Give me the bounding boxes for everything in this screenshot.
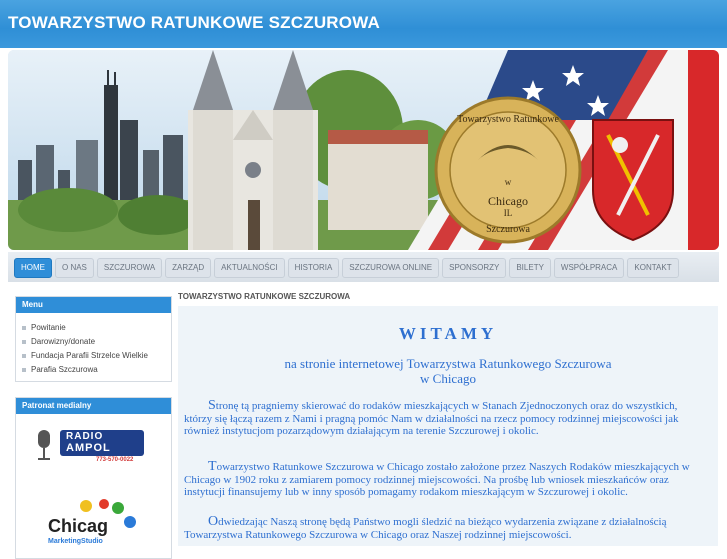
bullet-icon [22,353,26,358]
chicago-marketing-logo[interactable]: Chicag MarketingStudio [46,498,146,548]
seal-text-il: IL [504,208,513,218]
page-title: TOWARZYSTWO RATUNKOWE SZCZUROWA [178,292,351,301]
seal-text-szczurowa: Szczurowa [486,224,530,235]
bullet-icon [22,367,26,372]
nav-sponsorzy[interactable]: SPONSORZY [442,258,507,278]
paragraph-2-cap: T [208,459,217,474]
paragraph-1-cap: S [208,398,216,413]
organization-seal: Chicago IL Szczurowa Towarzystwo Ratunko… [434,96,582,244]
sidebar-menu-box: Menu Powitanie Darowizny/donate Fundacja… [15,296,172,382]
radio-logo-line2: AMPOL [66,442,111,454]
nav-zarzad[interactable]: ZARZĄD [165,258,212,278]
nav-bilety[interactable]: BILETY [509,258,551,278]
sidebar-patronat-title: Patronat medialny [16,398,171,414]
welcome-heading: WITAMY [398,324,498,343]
sidebar-item-darowizny[interactable]: Darowizny/donate [22,335,171,349]
radio-logo-phone: 773-570-0022 [96,457,134,463]
paragraph-2-text: owarzystwo Ratunkowe Szczurowa w Chicago… [184,461,690,498]
paragraph-1: Stronę tą pragniemy skierować do rodaków… [184,398,704,438]
sidebar-item-parafia[interactable]: Parafia Szczurowa [22,363,171,377]
nav-wspolpraca[interactable]: WSPÓŁPRACA [553,258,625,278]
nav-kontakt[interactable]: KONTAKT [627,258,679,278]
bullet-icon [22,339,26,344]
sidebar-patronat-box: Patronat medialny RADIO AMPOL 773-570-00… [15,397,172,559]
nav-szczurowa[interactable]: SZCZUROWA [96,258,163,278]
chicago-logo-text: Chicag [48,516,109,536]
paragraph-3-text: dwiedzając Naszą stronę będą Państwo mog… [184,516,667,541]
sidebar-item-label: Parafia Szczurowa [31,365,98,374]
header-banner: Chicago IL Szczurowa Towarzystwo Ratunko… [8,50,719,250]
sidebar-item-label: Powitanie [31,323,66,332]
bullet-icon [22,325,26,330]
coat-of-arms [592,119,674,242]
nav-aktualnosci[interactable]: AKTUALNOŚCI [214,258,285,278]
sidebar-menu-list: Powitanie Darowizny/donate Fundacja Para… [16,313,171,381]
content-panel: WITAMY na stronie internetowej Towarzyst… [178,306,718,546]
paragraph-2: Towarzystwo Ratunkowe Szczurowa w Chicag… [184,459,704,499]
radio-ampol-logo[interactable]: RADIO AMPOL 773-570-0022 [34,426,146,466]
sidebar-item-fundacja[interactable]: Fundacja Parafii Strzelce Wielkie [22,349,171,363]
paragraph-3-cap: O [208,514,219,529]
chicago-logo-sub: MarketingStudio [48,538,103,545]
nav-home[interactable]: HOME [14,258,52,278]
site-title[interactable]: TOWARZYSTWO RATUNKOWE SZCZUROWA [8,13,380,33]
welcome-subtitle-2: w Chicago [420,371,476,386]
radio-logo-line1: RADIO [66,431,104,442]
main-content: TOWARZYSTWO RATUNKOWE SZCZUROWA WITAMY n… [178,292,718,546]
sidebar-item-powitanie[interactable]: Powitanie [22,321,171,335]
nav-historia[interactable]: HISTORIA [287,258,340,278]
seal-text-chicago: Chicago [488,194,528,208]
welcome-subtitle-1: na stronie internetowej Towarzystwa Ratu… [284,356,612,371]
seal-text-top: Towarzystwo Ratunkowe [457,114,559,125]
paragraph-1-text: tronę tą pragniemy skierować do rodaków … [184,400,679,437]
sidebar-item-label: Fundacja Parafii Strzelce Wielkie [31,351,148,360]
sidebar-item-label: Darowizny/donate [31,337,96,346]
paragraph-3: Odwiedzając Naszą stronę będą Państwo mo… [184,514,704,541]
seal-text-w: w [505,177,512,187]
sidebar-menu-title: Menu [16,297,171,313]
main-nav: HOME O NAS SZCZUROWA ZARZĄD AKTUALNOŚCI … [14,258,682,278]
banner-illustration: Chicago IL Szczurowa Towarzystwo Ratunko… [8,50,719,250]
nav-szczurowa-online[interactable]: SZCZUROWA ONLINE [342,258,440,278]
nav-o-nas[interactable]: O NAS [55,258,94,278]
